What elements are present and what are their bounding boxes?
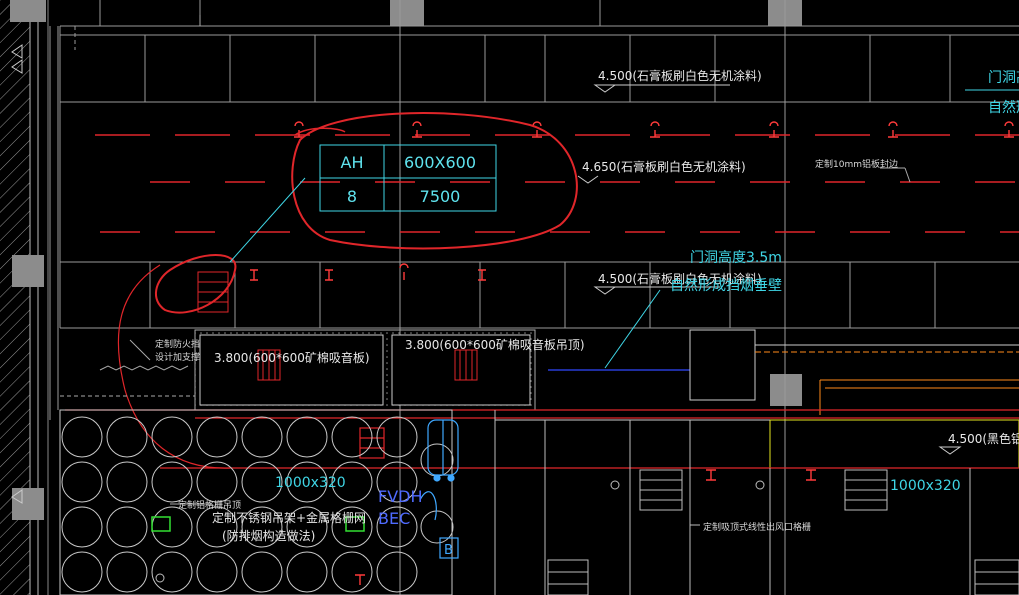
bec-label: BEC bbox=[378, 509, 410, 528]
smoke-wall-label: 自然形成挡烟垂壁 bbox=[670, 277, 782, 294]
leader-lines bbox=[229, 89, 1019, 369]
ceiling-label-mid: 4.650(石膏板刷白色无机涂料) bbox=[582, 159, 746, 174]
wavy-break-line bbox=[99, 365, 189, 371]
right-note: 定制吸顶式线性出风口格栅 bbox=[703, 521, 811, 533]
mineral-label-right: 3.800(600*600矿棉吸音板吊顶) bbox=[405, 337, 585, 352]
duct-size-left: 1000x320 bbox=[275, 475, 346, 491]
table-cell-r2c2: 7500 bbox=[420, 187, 461, 206]
right-ceiling-label: 4.500(黑色铝方通) bbox=[948, 431, 1019, 446]
fvdh-label: FVDH bbox=[378, 487, 423, 506]
right-lower-grid bbox=[155, 410, 1019, 595]
table-highlight-ellipse bbox=[291, 112, 578, 250]
duct-size-right: 1000x320 bbox=[890, 478, 961, 494]
small-note-leader-2 bbox=[904, 167, 911, 183]
left-note-2: 设计加支撑 bbox=[155, 351, 200, 363]
door-height-label: 门洞高度3.5m bbox=[690, 249, 782, 266]
bottom-note-3: (防排烟构造做法) bbox=[222, 528, 315, 543]
red-dashed-lines bbox=[95, 134, 1019, 233]
mineral-label-left: 3.800(600*600矿棉吸音板) bbox=[214, 350, 370, 365]
corner-label-1: 门洞高 bbox=[988, 69, 1019, 86]
b-tag: B bbox=[444, 543, 453, 558]
left-note-1: 定制防火挡 bbox=[155, 338, 200, 350]
corner-label-2: 自然形 bbox=[988, 99, 1019, 116]
bottom-note-1: 定制铝格栅吊顶 bbox=[178, 499, 241, 511]
table-cell-r1c1: AH bbox=[341, 153, 364, 172]
ceiling-label-top: 4.500(石膏板刷白色无机涂料) bbox=[598, 68, 762, 83]
table-cell-r2c1: 8 bbox=[347, 187, 357, 206]
cad-drawing-canvas[interactable]: AH 600X600 8 7500 4.500(石膏板刷白色无机涂料) 4.65… bbox=[0, 0, 1019, 595]
left-note-leader bbox=[129, 339, 151, 361]
table-cell-r1c2: 600X600 bbox=[404, 153, 476, 172]
vent-highlight-ellipse bbox=[155, 254, 237, 314]
bottom-note-2: 定制不锈钢吊架+金属格栅网 bbox=[212, 510, 366, 525]
